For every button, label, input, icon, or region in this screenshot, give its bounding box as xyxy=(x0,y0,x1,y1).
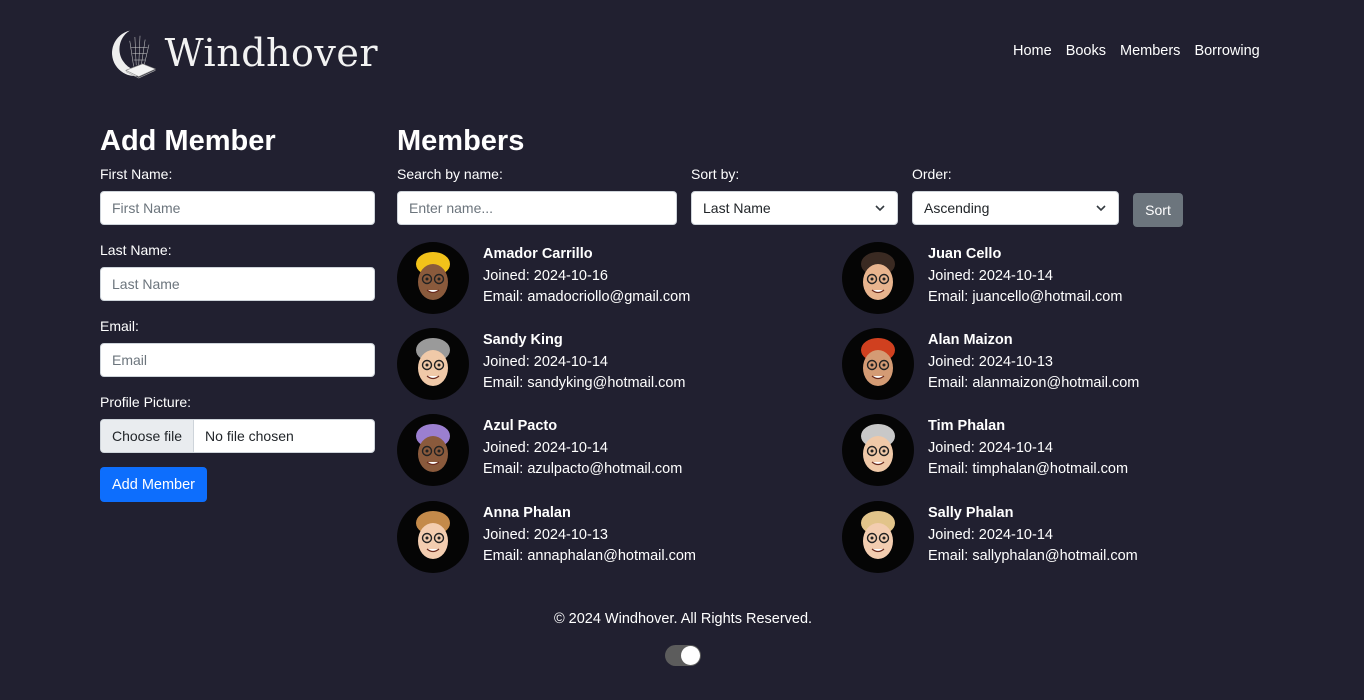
footer-copyright: © 2024 Windhover. All Rights Reserved. xyxy=(553,611,813,627)
member-email: Email: juancello@hotmail.com xyxy=(928,289,1123,305)
search-control: Search by name: xyxy=(397,166,677,225)
avatar xyxy=(842,242,914,314)
memoji-avatar-icon xyxy=(416,424,450,472)
members-controls: Search by name: Sort by: Last Name Order… xyxy=(397,124,1197,234)
members-section: Members Search by name: Sort by: Last Na… xyxy=(397,124,1197,573)
site-logo-text: Windhover xyxy=(164,31,378,75)
member-name: Alan Maizon xyxy=(928,332,1013,348)
main-nav: Home Books Members Borrowing xyxy=(1013,43,1260,59)
member-joined: Joined: 2024-10-14 xyxy=(483,353,608,370)
memoji-avatar-icon xyxy=(416,252,450,300)
member-card[interactable]: Azul Pacto Joined: 2024-10-14 Email: azulp… xyxy=(397,414,797,490)
avatar xyxy=(842,328,914,400)
nav-books[interactable]: Books xyxy=(1066,43,1106,59)
first-name-label: First Name: xyxy=(100,166,173,182)
chevron-down-icon xyxy=(1096,205,1106,212)
member-email: Email: sallyphalan@hotmail.com xyxy=(928,548,1138,564)
order-select-value: Ascending xyxy=(924,200,990,216)
order-label: Order: xyxy=(912,166,952,182)
member-email: Email: sandyking@hotmail.com xyxy=(483,375,686,391)
nav-home[interactable]: Home xyxy=(1013,43,1052,59)
member-email: Email: annaphalan@hotmail.com xyxy=(483,548,696,564)
member-joined: Joined: 2024-10-14 xyxy=(483,439,608,456)
profile-picture-input[interactable]: Choose file No file chosen xyxy=(100,419,375,453)
member-email: Email: azulpacto@hotmail.com xyxy=(483,461,683,477)
member-joined: Joined: 2024-10-16 xyxy=(483,267,608,284)
site-logo[interactable]: Windhover xyxy=(108,14,378,92)
file-status: No file chosen xyxy=(205,428,294,444)
member-joined: Joined: 2024-10-14 xyxy=(928,267,1053,284)
moon-book-logo-icon xyxy=(112,30,157,79)
member-card[interactable]: Amador Carrillo Joined: 2024-10-16 Email: … xyxy=(397,242,797,318)
member-name: Sally Phalan xyxy=(928,505,1014,521)
member-joined: Joined: 2024-10-14 xyxy=(928,526,1053,543)
add-member-button[interactable]: Add Member xyxy=(100,467,208,502)
member-info: Amador Carrillo Joined: 2024-10-16 Email: … xyxy=(483,244,690,318)
sort-select-value: Last Name xyxy=(703,200,771,216)
choose-file-button[interactable]: Choose file xyxy=(101,420,195,452)
theme-toggle[interactable] xyxy=(665,645,701,666)
avatar xyxy=(397,501,469,573)
member-info: Alan Maizon Joined: 2024-10-13 Email: alan… xyxy=(928,330,1139,404)
sort-button[interactable]: Sort xyxy=(1133,193,1183,227)
chevron-down-icon xyxy=(875,205,885,212)
member-info: Anna Phalan Joined: 2024-10-13 Email: anna… xyxy=(483,503,696,577)
search-label: Search by name: xyxy=(397,166,503,182)
member-info: Tim Phalan Joined: 2024-10-14 Email: timph… xyxy=(928,416,1128,490)
memoji-avatar-icon xyxy=(861,252,895,300)
member-card[interactable]: Anna Phalan Joined: 2024-10-13 Email: anna… xyxy=(397,501,797,577)
avatar xyxy=(397,242,469,314)
avatar xyxy=(397,414,469,486)
member-name: Juan Cello xyxy=(928,246,1002,262)
memoji-avatar-icon xyxy=(861,424,895,472)
memoji-avatar-icon xyxy=(416,338,450,386)
memoji-avatar-icon xyxy=(861,338,895,386)
member-name: Sandy King xyxy=(483,332,563,348)
member-name: Amador Carrillo xyxy=(483,246,593,262)
member-joined: Joined: 2024-10-13 xyxy=(928,353,1053,370)
toggle-knob xyxy=(681,646,700,665)
profile-picture-label: Profile Picture: xyxy=(100,394,192,410)
member-email: Email: amadocriollo@gmail.com xyxy=(483,289,691,305)
member-info: Azul Pacto Joined: 2024-10-14 Email: azulp… xyxy=(483,416,682,490)
member-info: Sandy King Joined: 2024-10-14 Email: sandy… xyxy=(483,330,686,404)
order-select[interactable]: Ascending xyxy=(912,191,1119,225)
member-card[interactable]: Sandy King Joined: 2024-10-14 Email: sandy… xyxy=(397,328,797,404)
sort-label: Sort by: xyxy=(691,166,740,182)
sort-control: Sort by: Last Name xyxy=(691,166,898,225)
member-name: Anna Phalan xyxy=(483,505,571,521)
sort-select[interactable]: Last Name xyxy=(691,191,898,225)
member-card[interactable]: Alan Maizon Joined: 2024-10-13 Email: alan… xyxy=(842,328,1242,404)
member-joined: Joined: 2024-10-14 xyxy=(928,439,1053,456)
member-card[interactable]: Tim Phalan Joined: 2024-10-14 Email: timph… xyxy=(842,414,1242,490)
nav-borrowing[interactable]: Borrowing xyxy=(1194,43,1259,59)
member-card[interactable]: Sally Phalan Joined: 2024-10-14 Email: sal… xyxy=(842,501,1242,577)
last-name-input[interactable] xyxy=(100,267,375,301)
avatar xyxy=(842,501,914,573)
member-email: Email: timphalan@hotmail.com xyxy=(928,461,1129,477)
member-email: Email: alanmaizon@hotmail.com xyxy=(928,375,1140,391)
add-member-form: Add Member First Name: Last Name: Email:… xyxy=(100,124,375,502)
last-name-label: Last Name: xyxy=(100,242,172,258)
nav-members[interactable]: Members xyxy=(1120,43,1180,59)
memoji-avatar-icon xyxy=(416,511,450,559)
email-label: Email: xyxy=(100,318,139,334)
member-info: Sally Phalan Joined: 2024-10-14 Email: sal… xyxy=(928,503,1138,577)
add-member-title: Add Member xyxy=(100,125,276,157)
search-input[interactable] xyxy=(397,191,677,225)
member-name: Tim Phalan xyxy=(928,418,1006,434)
memoji-avatar-icon xyxy=(861,511,895,559)
first-name-input[interactable] xyxy=(100,191,375,225)
avatar xyxy=(842,414,914,486)
member-info: Juan Cello Joined: 2024-10-14 Email: juanc… xyxy=(928,244,1122,318)
avatar xyxy=(397,328,469,400)
order-control: Order: Ascending xyxy=(912,166,1119,225)
member-name: Azul Pacto xyxy=(483,418,558,434)
member-joined: Joined: 2024-10-13 xyxy=(483,526,608,543)
member-card[interactable]: Juan Cello Joined: 2024-10-14 Email: juanc… xyxy=(842,242,1242,318)
email-input[interactable] xyxy=(100,343,375,377)
